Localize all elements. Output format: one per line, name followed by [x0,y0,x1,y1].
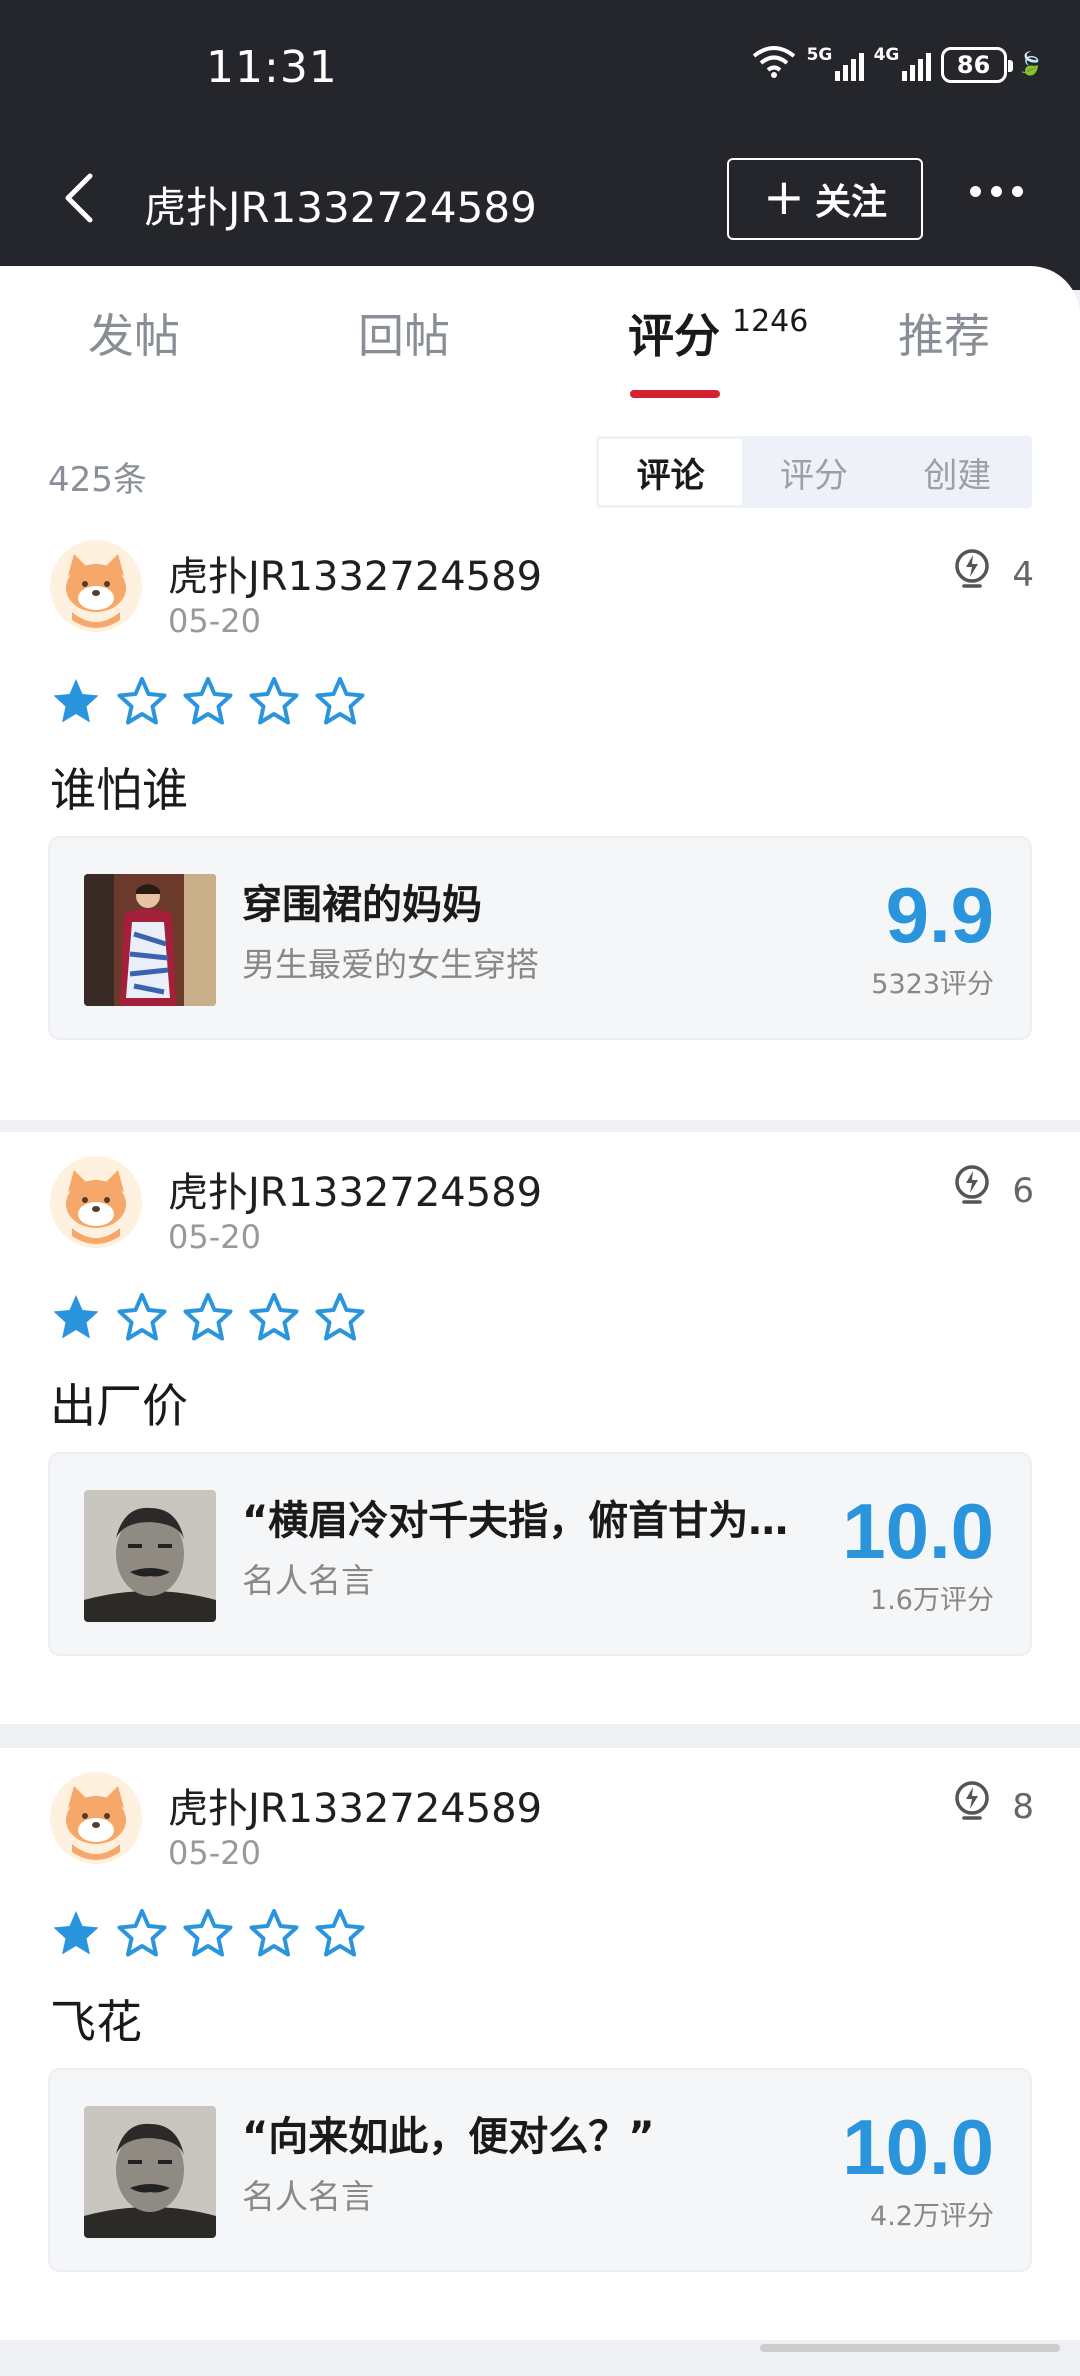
rated-item-score: 10.0 [842,1487,994,1575]
star-rating [50,1292,366,1342]
star-empty-icon [315,1909,365,1957]
review-username[interactable]: 虎扑JR1332724589 [168,544,542,602]
segment-created[interactable]: 创建 [886,439,1029,505]
like-count: 4 [1012,554,1034,595]
rated-item-title: 穿围裙的妈妈 [242,882,482,928]
rated-item-category: 名人名言 [242,1561,374,1600]
tab-recommend[interactable]: 推荐 [898,300,990,366]
like-button[interactable]: 8 [952,1778,1034,1835]
like-count: 8 [1012,1786,1034,1827]
star-empty-icon [315,1293,365,1341]
signal-5g-icon: 5G [807,45,864,81]
star-empty-icon [315,677,365,725]
lightbulb-icon [952,1778,992,1835]
review-card[interactable]: 虎扑JR1332724589 05-20 4 谁怕谁穿围裙的妈妈男生最爱的女生穿搭 9.… [0,516,1080,1108]
page-title: 虎扑JR1332724589 [144,183,537,232]
rated-item-thumbnail [84,874,216,1006]
review-username[interactable]: 虎扑JR1332724589 [168,1160,542,1218]
rated-item-card[interactable]: “横眉冷对千夫指，俯首甘为孺子牛” 名人名言 10.0 1.6万评分 [48,1452,1032,1656]
star-empty-icon [249,677,299,725]
tab-bar: 发帖 回帖 评分 1246 推荐 [0,266,1080,406]
signal-4g-icon: 4G [874,45,931,81]
follow-button[interactable]: + 关注 [727,158,923,240]
star-empty-icon [117,677,167,725]
avatar[interactable] [50,540,142,632]
tab-posts[interactable]: 发帖 [88,300,180,366]
review-card[interactable]: 虎扑JR1332724589 05-20 8 飞花 “向来如此，便对么？” 名人名言 10.… [0,1748,1080,2340]
status-icons: 5G 4G 86 🍃 [751,44,1044,85]
tab-replies[interactable]: 回帖 [358,300,450,366]
tab-indicator [630,390,720,398]
tab-ratings-count: 1246 [732,304,809,339]
rated-item-rating-count: 4.2万评分 [870,2201,994,2232]
tab-ratings[interactable]: 评分 [628,300,720,366]
review-date: 05-20 [168,1834,261,1872]
star-rating [50,1908,366,1958]
star-empty-icon [183,1909,233,1957]
app-header: 11:31 5G 4G 86 🍃 虎扑JR1332724589 + 关注 [0,0,1080,290]
star-empty-icon [117,1909,167,1957]
star-empty-icon [183,677,233,725]
review-text: 出厂价 [50,1379,188,1433]
like-count: 6 [1012,1170,1034,1211]
rated-item-score: 10.0 [842,2103,994,2191]
wifi-icon [751,44,797,85]
rated-item-score: 9.9 [885,871,994,959]
rated-item-thumbnail [84,1490,216,1622]
segment-comments[interactable]: 评论 [599,439,743,505]
back-button[interactable] [60,170,110,230]
segment-control: 评论 评分 创建 [596,436,1032,508]
rated-item-thumbnail [84,2106,216,2238]
rated-item-card[interactable]: “向来如此，便对么？” 名人名言 10.0 4.2万评分 [48,2068,1032,2272]
star-filled-icon [53,1911,99,1955]
segment-ratings[interactable]: 评分 [742,439,885,505]
lightbulb-icon [952,1162,992,1219]
lightbulb-icon [952,546,992,603]
like-button[interactable]: 6 [952,1162,1034,1219]
rated-item-rating-count: 5323评分 [871,969,994,1000]
rated-item-title: “横眉冷对千夫指，俯首甘为孺子牛” [242,1498,822,1544]
list-count: 425条 [48,460,147,500]
battery-icon: 86 [940,46,1013,83]
leaf-icon: 🍃 [1016,52,1044,77]
review-date: 05-20 [168,1218,261,1256]
rated-item-rating-count: 1.6万评分 [870,1585,994,1616]
star-empty-icon [117,1293,167,1341]
star-empty-icon [249,1293,299,1341]
review-date: 05-20 [168,602,261,640]
review-card[interactable]: 虎扑JR133272458905-20 6 出厂价 “横眉冷对千夫指，俯首甘为孺子牛”… [0,1132,1080,1724]
star-empty-icon [183,1293,233,1341]
like-button[interactable]: 4 [952,546,1034,603]
avatar[interactable] [50,1772,142,1864]
star-rating [50,676,366,726]
review-text: 飞花 [50,1995,142,2049]
avatar[interactable] [50,1156,142,1248]
star-filled-icon [53,679,99,723]
plus-icon: + [763,168,805,226]
more-options-button[interactable] [970,186,1023,197]
review-username[interactable]: 虎扑JR1332724589 [168,1776,542,1834]
home-indicator [760,2344,1060,2352]
rated-item-category: 名人名言 [242,2177,374,2216]
star-filled-icon [53,1295,99,1339]
rated-item-title: “向来如此，便对么？” [242,2114,655,2160]
chevron-left-icon [65,173,93,223]
rated-item-card[interactable]: 穿围裙的妈妈男生最爱的女生穿搭 9.9 5323评分 [48,836,1032,1040]
star-empty-icon [249,1909,299,1957]
status-time: 11:31 [206,42,338,93]
rated-item-category: 男生最爱的女生穿搭 [242,945,539,984]
review-text: 谁怕谁 [50,763,188,817]
